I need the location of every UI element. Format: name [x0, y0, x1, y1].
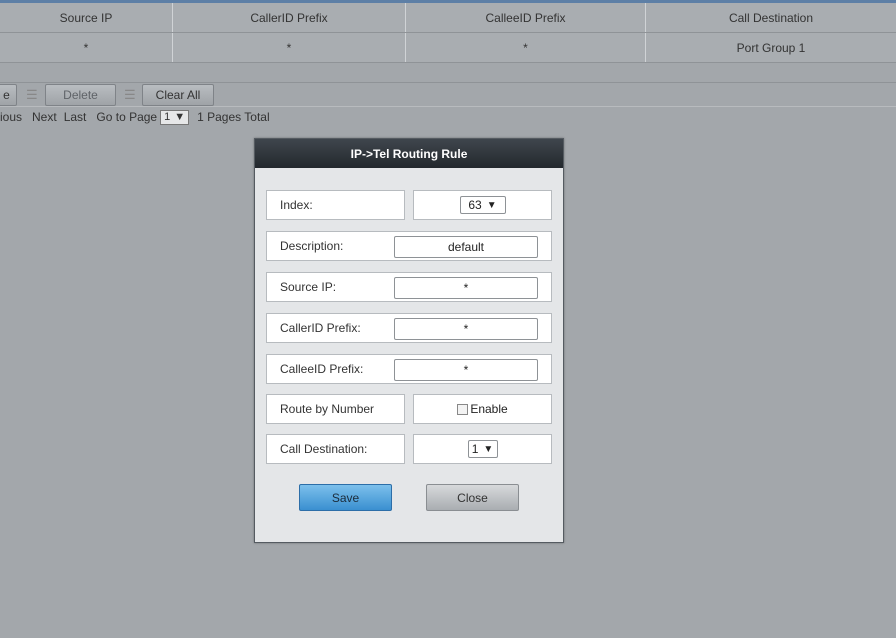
header-callerid-prefix[interactable]: CallerID Prefix — [173, 3, 406, 32]
dialog-title[interactable]: IP->Tel Routing Rule — [255, 139, 563, 168]
table-toolbar: e ☰ Delete ☰ Clear All — [0, 84, 896, 106]
callerid-prefix-label: CallerID Prefix: — [280, 321, 361, 335]
clear-all-button[interactable]: Clear All — [142, 84, 214, 106]
index-label: Index: — [266, 190, 405, 220]
header-source-ip[interactable]: Source IP — [0, 3, 173, 32]
description-input[interactable] — [394, 236, 538, 258]
enable-label[interactable]: Enable — [470, 402, 507, 416]
source-ip-input[interactable] — [394, 277, 538, 299]
cell-calleeid-prefix: * — [406, 33, 646, 62]
description-label: Description: — [280, 239, 344, 253]
cell-callerid-prefix: * — [173, 33, 406, 62]
separator-icon: ☰ — [26, 87, 38, 102]
separator-icon: ☰ — [124, 87, 136, 102]
previous-link[interactable]: ious — [0, 110, 22, 124]
call-destination-value-box: 1 ▼ — [413, 434, 552, 464]
source-ip-label: Source IP: — [280, 280, 337, 294]
header-call-destination[interactable]: Call Destination — [646, 3, 896, 32]
triangle-down-icon: ▼ — [486, 199, 497, 211]
triangle-down-icon: ▼ — [174, 111, 186, 123]
triangle-down-icon: ▼ — [483, 443, 494, 455]
save-button[interactable]: Save — [299, 484, 392, 511]
calleeid-prefix-field-box: CalleeID Prefix: — [266, 354, 552, 384]
index-value-box: 63 ▼ — [413, 190, 552, 220]
cell-call-destination: Port Group 1 — [736, 40, 806, 55]
route-by-number-value-box: Enable — [413, 394, 552, 424]
goto-page-label: Go to Page — [96, 110, 158, 124]
index-select-value: 63 — [468, 198, 482, 212]
routing-rule-dialog: IP->Tel Routing Rule Index: 63 ▼ Descrip… — [254, 138, 564, 543]
calleeid-prefix-label: CalleeID Prefix: — [280, 362, 364, 376]
index-select[interactable]: 63 ▼ — [459, 196, 506, 214]
table-bottom-border — [0, 82, 896, 83]
delete-button[interactable]: Delete — [45, 84, 116, 106]
route-by-number-label: Route by Number — [266, 394, 405, 424]
header-calleeid-prefix[interactable]: CalleeID Prefix — [406, 3, 646, 32]
close-button[interactable]: Close — [426, 484, 519, 511]
toolbar-divider — [0, 106, 896, 107]
source-ip-field-box: Source IP: — [266, 272, 552, 302]
call-destination-select[interactable]: 1 ▼ — [467, 440, 498, 458]
pages-total-text: 1 Pages Total — [197, 110, 270, 124]
table-row[interactable]: * * * Port Group 1 — [0, 33, 896, 63]
last-link[interactable]: Last — [64, 110, 87, 124]
pagination: ious Next Last Go to Page 1 ▼ 1 Pages To… — [0, 108, 270, 126]
next-link[interactable]: Next — [32, 110, 57, 124]
enable-checkbox[interactable] — [457, 403, 469, 415]
calleeid-prefix-input[interactable] — [394, 359, 538, 381]
call-destination-select-value: 1 — [471, 442, 479, 456]
description-field-box: Description: — [266, 231, 552, 261]
page-select-value: 1 — [164, 111, 171, 123]
call-destination-label: Call Destination: — [266, 434, 405, 464]
cell-source-ip: * — [0, 33, 173, 62]
callerid-prefix-input[interactable] — [394, 318, 538, 340]
page-select[interactable]: 1 ▼ — [160, 109, 190, 125]
table-header: Source IP CallerID Prefix CalleeID Prefi… — [0, 3, 896, 33]
partial-button[interactable]: e — [0, 84, 17, 106]
callerid-prefix-field-box: CallerID Prefix: — [266, 313, 552, 343]
